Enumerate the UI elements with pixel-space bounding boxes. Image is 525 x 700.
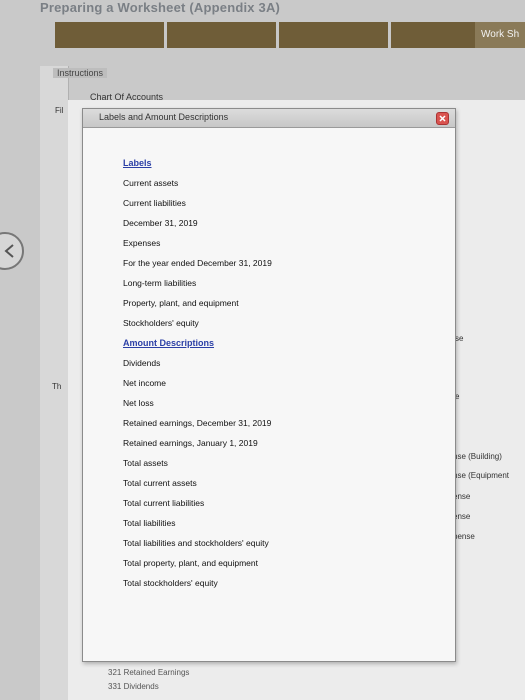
label-item[interactable]: Current liabilities [123,193,443,213]
bg-fragment: se [455,334,464,343]
toolbar-segment-1[interactable] [55,22,167,48]
bg-fragment: nse (Building) [453,452,502,461]
dialog-header[interactable]: Labels and Amount Descriptions [83,109,455,128]
label-item[interactable]: For the year ended December 31, 2019 [123,253,443,273]
label-item[interactable]: Property, plant, and equipment [123,293,443,313]
account-row: 321 Retained Earnings [108,668,190,677]
amount-item[interactable]: Total assets [123,453,443,473]
label-item[interactable]: Current assets [123,173,443,193]
label-item[interactable]: Stockholders' equity [123,313,443,333]
top-toolbar: Work Sh [55,22,525,48]
labels-heading: Labels [123,158,152,168]
amount-item[interactable]: Total liabilities and stockholders' equi… [123,533,443,553]
amount-item[interactable]: Total liabilities [123,513,443,533]
dialog-title: Labels and Amount Descriptions [99,112,229,122]
label-item[interactable]: Expenses [123,233,443,253]
amount-item[interactable]: Net income [123,373,443,393]
fragment-fi: Fil [55,106,64,115]
label-item[interactable]: Long-term liabilities [123,273,443,293]
amount-item[interactable]: Retained earnings, January 1, 2019 [123,433,443,453]
worksheet-tab[interactable]: Work Sh [475,22,525,48]
tab-instructions[interactable]: Instructions [53,68,108,78]
account-list-bottom: 321 Retained Earnings 331 Dividends [108,668,189,696]
back-button[interactable] [0,232,24,270]
amount-item[interactable]: Total property, plant, and equipment [123,553,443,573]
tab-chart-of-accounts[interactable]: Chart Of Accounts [90,92,163,102]
label-item[interactable]: December 31, 2019 [123,213,443,233]
fragment-th: Th [52,382,62,391]
toolbar-segment-3[interactable] [279,22,391,48]
bg-fragment: nse (Equipment [453,471,510,480]
amount-item[interactable]: Total current liabilities [123,493,443,513]
chevron-left-icon [4,244,14,258]
amount-item[interactable]: Retained earnings, December 31, 2019 [123,413,443,433]
account-row: 331 Dividends [108,682,159,691]
amount-item[interactable]: Total current assets [123,473,443,493]
toolbar-segment-2[interactable] [167,22,279,48]
amount-descriptions-heading: Amount Descriptions [123,338,215,348]
amount-item[interactable]: Total stockholders' equity [123,573,443,593]
page-title: Preparing a Worksheet (Appendix 3A) [40,0,281,15]
close-button[interactable] [436,112,449,125]
amount-item[interactable]: Dividends [123,353,443,373]
labels-list: Labels Current assets Current liabilitie… [123,153,443,593]
close-icon [439,115,446,122]
amount-item[interactable]: Net loss [123,393,443,413]
bg-fragment: pense [453,532,475,541]
labels-dialog: Labels and Amount Descriptions Labels Cu… [82,108,456,662]
